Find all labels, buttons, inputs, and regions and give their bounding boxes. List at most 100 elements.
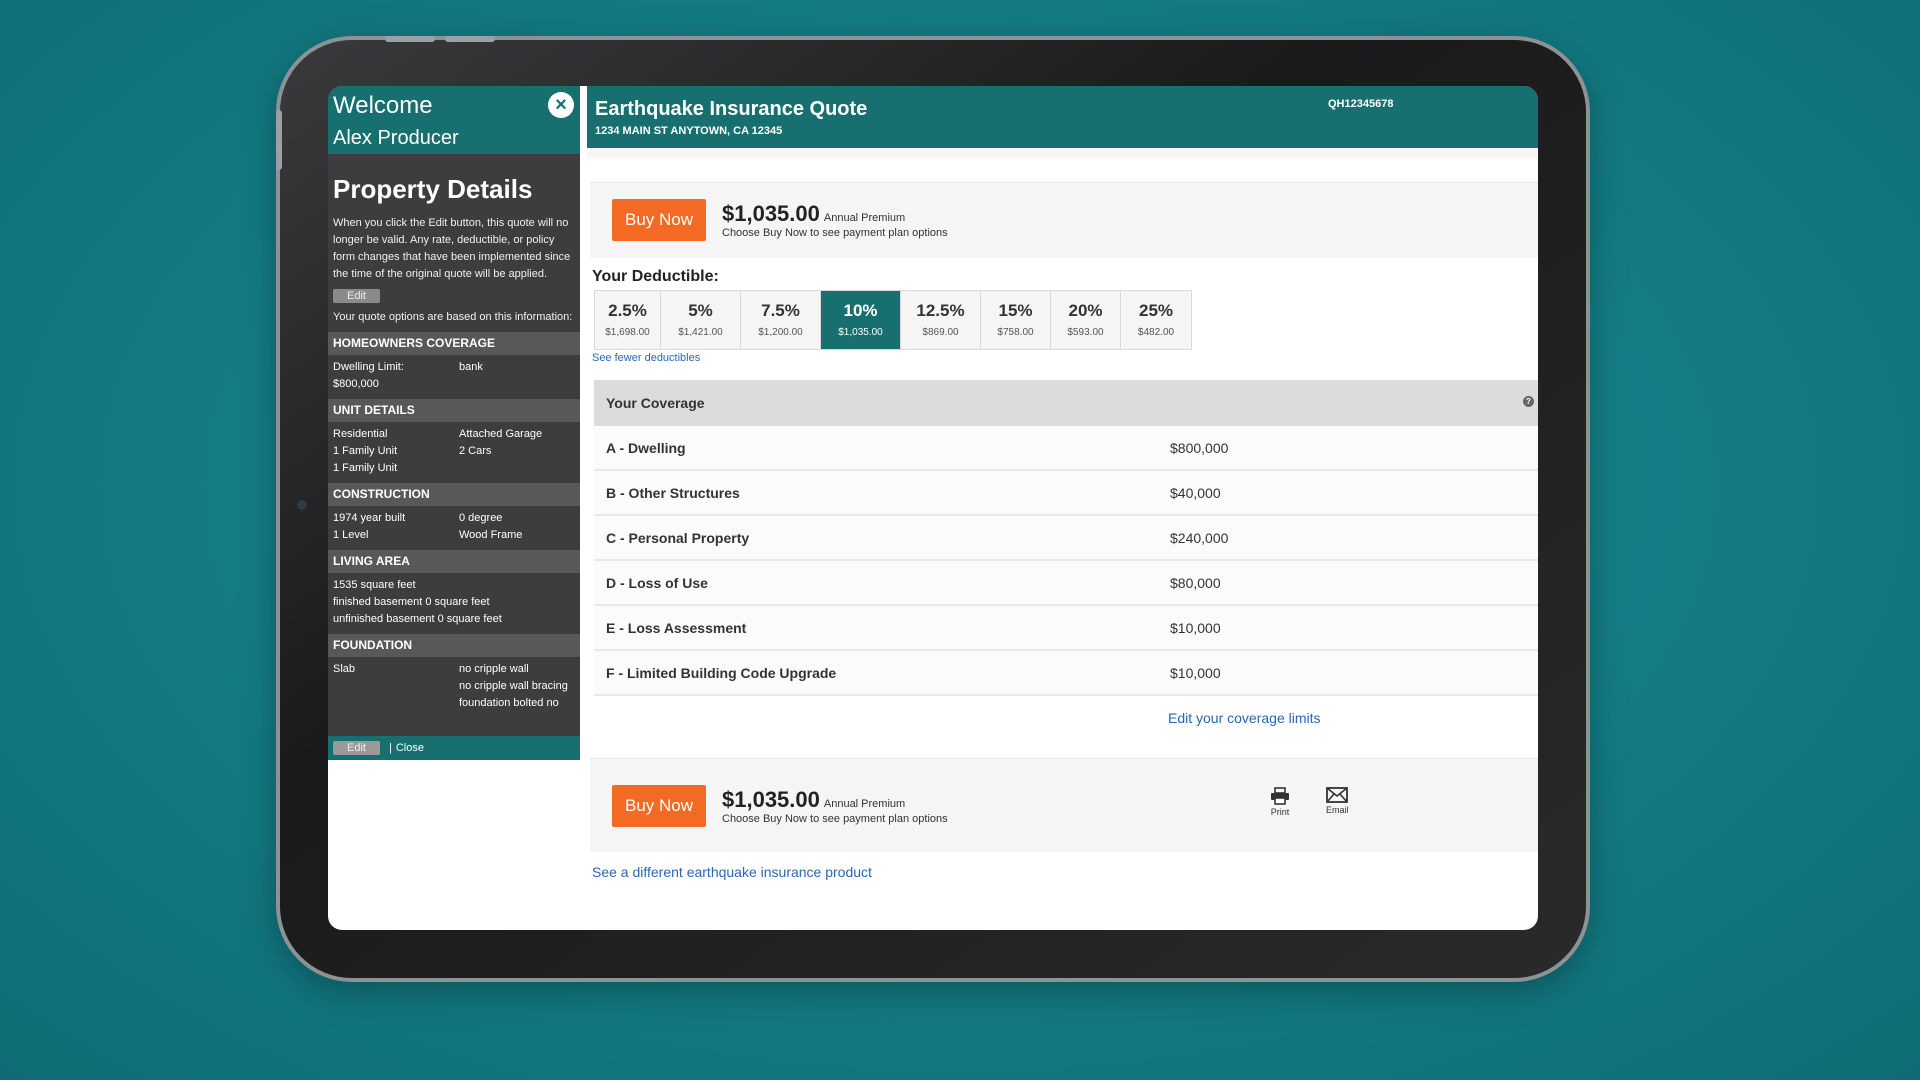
deductible-pct: 7.5% (761, 301, 800, 320)
deductible-option-10[interactable]: 10% $1,035.00 (821, 291, 901, 349)
close-icon[interactable]: × (548, 92, 574, 118)
premium-amount: $1,035.00 (722, 787, 820, 812)
deductible-option-7-5[interactable]: 7.5% $1,200.00 (741, 291, 821, 349)
foundation-rows: Slab no cripple wall no cripple wall bra… (328, 657, 580, 712)
camera-icon (297, 500, 307, 510)
coverage-row-dwelling: A - Dwelling $800,000 (594, 426, 1538, 471)
property-sidebar: Welcome Alex Producer × Property Details… (328, 86, 580, 760)
finished-basement: finished basement 0 square feet (333, 596, 490, 608)
frame-type: Wood Frame (459, 529, 523, 541)
print-button[interactable]: Print (1270, 787, 1290, 817)
payment-plan-note-bottom: Choose Buy Now to see payment plan optio… (722, 813, 948, 825)
deductible-pct: 12.5% (916, 301, 965, 320)
footer-edit-button[interactable]: Edit (333, 741, 380, 755)
year-built: 1974 year built (333, 512, 406, 524)
tablet-side-button (276, 110, 282, 170)
different-product-link[interactable]: See a different earthquake insurance pro… (592, 864, 872, 880)
coverage-value: $10,000 (1170, 620, 1221, 636)
premium-label: Annual Premium (823, 798, 906, 810)
edit-coverage-limits-link[interactable]: Edit your coverage limits (1168, 710, 1321, 726)
info-icon[interactable]: ? (1523, 396, 1534, 407)
deductible-option-25[interactable]: 25% $482.00 (1121, 291, 1191, 349)
coverage-value: $40,000 (1170, 485, 1221, 501)
deductible-pct: 20% (1068, 301, 1103, 320)
deductible-premium: $482.00 (1137, 327, 1175, 338)
cripple-wall: no cripple wall (459, 663, 529, 675)
deductible-pct: 15% (998, 301, 1033, 320)
payment-plan-note-top: Choose Buy Now to see payment plan optio… (722, 227, 948, 239)
deductible-pct: 25% (1138, 301, 1174, 320)
coverage-name: C - Personal Property (606, 530, 750, 546)
section-foundation: FOUNDATION (328, 634, 580, 657)
dwelling-limit-row: Dwelling Limit: $800,000 bank (328, 355, 580, 393)
deductible-options: 2.5% $1,698.00 5% $1,421.00 7.5% $1,200.00 … (594, 290, 1192, 350)
garage-type: Attached Garage (459, 428, 543, 440)
coverage-value: $80,000 (1170, 575, 1221, 591)
lender-value: bank (459, 361, 483, 373)
coverage-name: A - Dwelling (606, 440, 686, 456)
see-fewer-deductibles-link[interactable]: See fewer deductibles (592, 352, 700, 364)
foundation-type: Slab (333, 663, 356, 675)
sidebar-header: Welcome Alex Producer × (328, 86, 580, 154)
footer-close-link[interactable]: Close (396, 742, 424, 754)
envelope-icon (1326, 787, 1349, 803)
based-on-text: Your quote options are based on this inf… (333, 311, 573, 323)
welcome-text: Welcome (333, 92, 433, 119)
producer-name: Alex Producer (333, 127, 459, 149)
section-construction: CONSTRUCTION (328, 483, 580, 506)
coverage-name: B - Other Structures (606, 485, 740, 501)
coverage-header: Your Coverage ? (594, 380, 1538, 426)
tablet-power-button (445, 36, 495, 42)
coverage-row-personal-property: C - Personal Property $240,000 (594, 516, 1538, 561)
printer-icon (1271, 787, 1289, 805)
buy-panel-top: Buy Now $1,035.00 Annual Premium Choose B… (590, 182, 1538, 258)
deductible-pct: 10% (843, 301, 878, 320)
print-label: Print (1270, 807, 1290, 817)
coverage-row-loss-assessment: E - Loss Assessment $10,000 (594, 606, 1538, 651)
coverage-value: $240,000 (1170, 530, 1229, 546)
levels: 1 Level (333, 529, 369, 541)
deductible-option-12-5[interactable]: 12.5% $869.00 (901, 291, 981, 349)
deductible-option-2-5[interactable]: 2.5% $1,698.00 (595, 291, 661, 349)
coverage-name: D - Loss of Use (606, 575, 708, 591)
coverage-name: F - Limited Building Code Upgrade (606, 665, 837, 681)
tablet-screen: Welcome Alex Producer × Property Details… (328, 86, 1538, 930)
quote-id: QH12345678 (1328, 98, 1394, 110)
deductible-pct: 2.5% (608, 301, 647, 320)
unit-family-2: 1 Family Unit (333, 462, 398, 474)
deductible-premium: $593.00 (1067, 327, 1104, 338)
coverage-row-building-code: F - Limited Building Code Upgrade $10,000 (594, 651, 1538, 696)
deductible-option-20[interactable]: 20% $593.00 (1051, 291, 1121, 349)
coverage-value: $10,000 (1170, 665, 1221, 681)
construction-rows: 1974 year built 1 Level 0 degree Wood Fr… (328, 506, 580, 544)
deductible-premium: $869.00 (922, 327, 959, 338)
buy-now-button-bottom[interactable]: Buy Now (612, 785, 706, 827)
buy-now-button-top[interactable]: Buy Now (612, 199, 706, 241)
deductible-premium: $758.00 (997, 327, 1034, 338)
edit-button[interactable]: Edit (333, 289, 380, 303)
foundation-bolted: foundation bolted no (459, 697, 559, 709)
cripple-wall-bracing: no cripple wall bracing (459, 680, 568, 692)
deductible-premium: $1,698.00 (605, 327, 650, 338)
premium-amount: $1,035.00 (722, 201, 820, 226)
deductible-premium: $1,421.00 (678, 327, 723, 338)
coverage-row-loss-of-use: D - Loss of Use $80,000 (594, 561, 1538, 606)
edit-warning-text: When you click the Edit button, this quo… (333, 217, 571, 280)
buy-panel-bottom: Buy Now $1,035.00 Annual Premium Choose B… (590, 758, 1538, 852)
sidebar-footer: Edit | Close (328, 736, 580, 760)
coverage-name: E - Loss Assessment (606, 620, 747, 636)
email-button[interactable]: Email (1326, 787, 1349, 815)
coverage-value: $800,000 (1170, 440, 1229, 456)
email-label: Email (1326, 805, 1349, 815)
deductible-premium: $1,200.00 (758, 327, 803, 338)
deductible-premium: $1,035.00 (838, 327, 883, 338)
unfinished-basement: unfinished basement 0 square feet (333, 613, 502, 625)
section-homeowners-coverage: HOMEOWNERS COVERAGE (328, 332, 580, 355)
unit-details-rows: Residential 1 Family Unit 1 Family Unit … (328, 422, 580, 477)
deductible-option-5[interactable]: 5% $1,421.00 (661, 291, 741, 349)
coverage-row-other-structures: B - Other Structures $40,000 (594, 471, 1538, 516)
annual-premium-top: $1,035.00 Annual Premium (722, 201, 905, 227)
property-details-title: Property Details (333, 174, 533, 204)
section-unit-details: UNIT DETAILS (328, 399, 580, 422)
deductible-option-15[interactable]: 15% $758.00 (981, 291, 1051, 349)
